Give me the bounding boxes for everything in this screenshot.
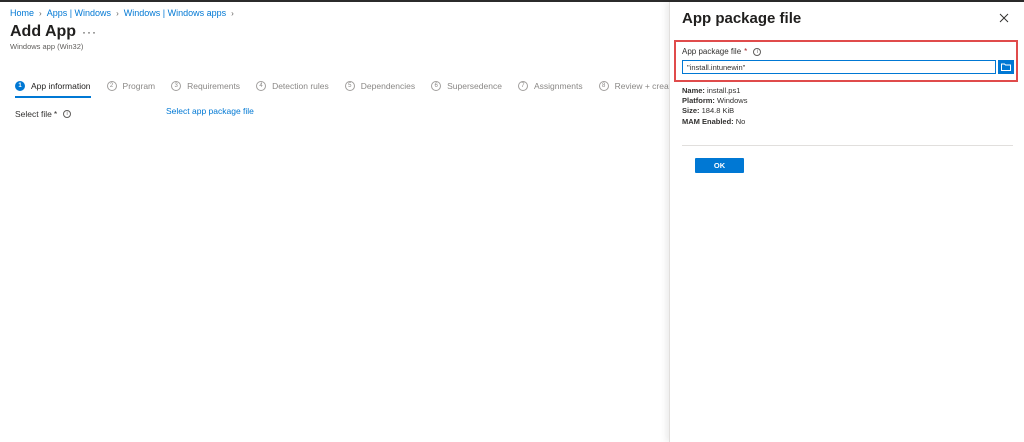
step-requirements[interactable]: 3 Requirements [171, 80, 241, 98]
breadcrumb-windows-apps[interactable]: Windows | Windows apps [124, 8, 226, 18]
page-title: Add App [10, 23, 77, 40]
select-app-package-file-link[interactable]: Select app package file [166, 106, 254, 116]
breadcrumb: Home › Apps | Windows › Windows | Window… [10, 8, 239, 18]
step-review-create[interactable]: 8 Review + create [598, 80, 676, 98]
close-icon[interactable] [998, 12, 1010, 24]
step-supersedence[interactable]: 6 Supersedence [431, 80, 502, 98]
step-label: App information [31, 80, 91, 91]
browse-button[interactable] [998, 60, 1014, 74]
name-label: Name: [682, 86, 705, 95]
step-number: 8 [598, 80, 609, 91]
file-name-row: Name: install.ps1 [682, 86, 747, 96]
mam-value: No [735, 116, 746, 126]
chevron-right-icon: › [39, 8, 42, 18]
step-label: Program [122, 80, 156, 91]
select-file-label: Select file * i [15, 109, 72, 119]
platform-label: Platform: [682, 96, 715, 106]
step-number: 7 [517, 80, 528, 91]
step-label: Review + create [614, 80, 676, 91]
page-subtitle: Windows app (Win32) [10, 42, 84, 51]
step-number: 3 [171, 80, 182, 91]
file-info: Name: install.ps1 Platform: Windows Size… [682, 86, 747, 127]
step-label: Supersedence [447, 80, 502, 91]
step-detection-rules[interactable]: 4 Detection rules [256, 80, 329, 98]
required-marker: * [744, 47, 748, 56]
breadcrumb-home[interactable]: Home [10, 8, 34, 18]
divider [682, 145, 1013, 146]
step-dependencies[interactable]: 5 Dependencies [344, 80, 416, 98]
size-label: Size: [682, 106, 700, 116]
step-label: Assignments [533, 80, 583, 91]
step-number: 5 [344, 80, 355, 91]
ok-button[interactable]: OK [695, 158, 744, 173]
mam-label: MAM Enabled: [682, 116, 734, 126]
select-file-text: Select file [15, 109, 52, 119]
step-label: Requirements [187, 80, 241, 91]
step-app-information[interactable]: 1 App information [15, 80, 91, 98]
step-number: 1 [15, 80, 25, 91]
size-row: Size: 184.8 KiB [682, 106, 747, 116]
app-package-file-label: App package file * i [682, 47, 762, 56]
step-number: 2 [106, 80, 117, 91]
info-icon[interactable]: i [63, 110, 72, 118]
required-marker: * [53, 109, 58, 119]
chevron-right-icon: › [231, 8, 234, 18]
chevron-right-icon: › [116, 8, 119, 18]
info-icon[interactable]: i [753, 47, 762, 56]
step-number: 6 [431, 80, 442, 91]
size-value: 184.8 KiB [701, 106, 735, 116]
step-assignments[interactable]: 7 Assignments [517, 80, 583, 98]
app-package-file-panel: App package file App package file * i Na… [669, 2, 1024, 442]
step-number: 4 [256, 80, 267, 91]
wizard-steps: 1 App information 2 Program 3 Requiremen… [15, 80, 692, 98]
app-package-file-input[interactable] [682, 60, 996, 74]
folder-icon [1001, 63, 1011, 71]
platform-value: Windows [717, 96, 748, 106]
field-label-text: App package file [682, 47, 742, 56]
platform-row: Platform: Windows [682, 96, 747, 106]
more-options-icon[interactable]: ··· [82, 25, 97, 39]
name-value: install.ps1 [707, 86, 741, 95]
mam-row: MAM Enabled: No [682, 117, 747, 127]
step-program[interactable]: 2 Program [106, 80, 156, 98]
panel-title: App package file [682, 10, 802, 27]
step-label: Dependencies [360, 80, 416, 91]
step-label: Detection rules [272, 80, 329, 91]
breadcrumb-apps-windows[interactable]: Apps | Windows [47, 8, 111, 18]
